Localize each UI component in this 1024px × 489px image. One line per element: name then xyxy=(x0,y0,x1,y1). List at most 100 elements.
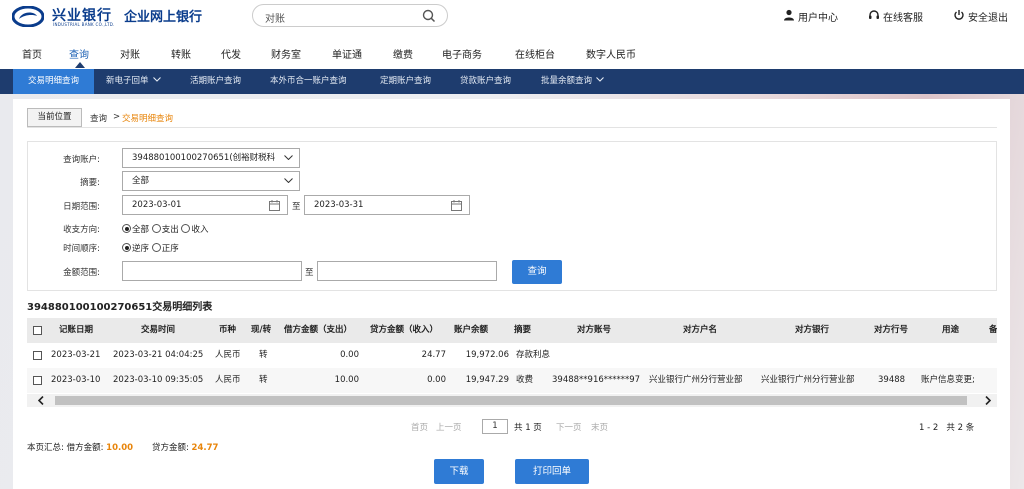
search-icon[interactable] xyxy=(422,9,436,23)
scroll-right-icon[interactable] xyxy=(985,396,991,405)
download-button[interactable]: 下载 xyxy=(434,459,484,484)
subnav-loan-account-label: 贷款账户查询 xyxy=(460,76,512,86)
cell-trans-time: 2023-03-21 04:04:25 xyxy=(113,350,204,360)
nav-transfer[interactable]: 转账 xyxy=(171,46,191,61)
last-page-link[interactable]: 末页 xyxy=(591,421,608,433)
col-purpose[interactable]: 用途 xyxy=(942,318,959,343)
print-receipt-button[interactable]: 打印回单 xyxy=(515,459,589,484)
radio-icon xyxy=(151,243,161,252)
nav-payroll[interactable]: 代发 xyxy=(221,46,241,61)
account-select-value: 394880100100270651(创裕财税科 xyxy=(132,153,276,163)
subnav-current-account[interactable]: 活期账户查询 xyxy=(190,69,252,94)
next-page-link[interactable]: 下一页 xyxy=(556,421,582,433)
cell-book-date: 2023-03-21 xyxy=(51,350,101,360)
breadcrumb-parent[interactable]: 查询 xyxy=(90,112,107,124)
scrollbar-thumb[interactable] xyxy=(55,396,967,405)
date-from-input[interactable]: 2023-03-01 xyxy=(122,195,288,215)
user-center-link[interactable]: 用户中心 xyxy=(783,9,845,24)
col-cash-transfer[interactable]: 现/转 xyxy=(251,318,271,343)
amount-to-input[interactable] xyxy=(317,261,497,281)
cell-balance: 19,972.06 xyxy=(465,350,509,360)
table-row[interactable]: 2023-03-10 2023-03-10 09:35:05 人民币 转 10.… xyxy=(27,368,997,393)
chevron-down-icon xyxy=(284,178,293,183)
direction-out-label: 支出 xyxy=(161,225,179,235)
first-page-link[interactable]: 首页 xyxy=(411,421,428,433)
nav-home[interactable]: 首页 xyxy=(22,46,42,61)
cell-book-date: 2023-03-10 xyxy=(51,375,101,385)
nav-reconcile[interactable]: 对账 xyxy=(120,46,140,61)
nav-online-counter[interactable]: 在线柜台 xyxy=(515,46,555,61)
direction-radio-out[interactable]: 支出 xyxy=(151,224,179,235)
online-service-link[interactable]: 在线客服 xyxy=(868,9,930,24)
col-counter-bank[interactable]: 对方银行 xyxy=(795,318,829,343)
direction-radio-all[interactable]: 全部 xyxy=(122,224,149,235)
nav-query[interactable]: 查询 xyxy=(69,46,89,61)
col-currency[interactable]: 币种 xyxy=(219,318,236,343)
date-to-input[interactable]: 2023-03-31 xyxy=(304,195,470,215)
subnav-batch-balance[interactable]: 批量余额查询 xyxy=(541,69,617,94)
subnav-unified-account[interactable]: 本外币合一账户查询 xyxy=(270,69,362,94)
row-checkbox[interactable] xyxy=(33,376,42,385)
row-checkbox[interactable] xyxy=(33,351,42,360)
query-button[interactable]: 查询 xyxy=(512,260,562,284)
col-book-date[interactable]: 记账日期 xyxy=(59,318,93,343)
scroll-left-icon[interactable] xyxy=(38,396,44,405)
logout-label: 安全退出 xyxy=(968,13,1008,24)
cell-summary: 收费 xyxy=(516,375,534,385)
prev-page-link[interactable]: 上一页 xyxy=(436,421,462,433)
order-radio-asc[interactable]: 正序 xyxy=(151,243,179,254)
nav-ecommerce[interactable]: 电子商务 xyxy=(442,46,482,61)
nav-digital-rmb[interactable]: 数字人民币 xyxy=(586,46,636,61)
summary-label: 摘要: xyxy=(80,178,100,188)
breadcrumb-page: 交易明细查询 xyxy=(122,114,174,124)
page-number-input[interactable]: 1 xyxy=(482,419,508,434)
logo-en-text: INDUSTRIAL BANK CO.,LTD. xyxy=(53,22,115,27)
power-icon xyxy=(954,10,964,20)
nav-payment[interactable]: 缴费 xyxy=(393,46,413,61)
bank-logo[interactable]: 兴业银行 INDUSTRIAL BANK CO.,LTD. 企业网上银行 xyxy=(12,5,212,29)
summary-select[interactable]: 全部 xyxy=(122,171,300,191)
nav-finance[interactable]: 财务室 xyxy=(271,46,301,61)
logout-link[interactable]: 安全退出 xyxy=(953,9,1015,24)
search-box[interactable]: 对账 xyxy=(252,4,448,27)
record-range: 1 - 2 共 2 条 xyxy=(919,421,974,433)
subnav-fixed-account[interactable]: 定期账户查询 xyxy=(380,69,442,94)
col-balance[interactable]: 账户余额 xyxy=(454,318,488,343)
col-counter-bank-no[interactable]: 对方行号 xyxy=(874,318,908,343)
col-debit[interactable]: 借方金额（支出） xyxy=(284,318,352,343)
headset-icon xyxy=(869,10,879,19)
nav-documents[interactable]: 单证通 xyxy=(332,46,362,61)
content-panel: 当前位置 查询 > 交易明细查询 查询账户: 39488010010027065… xyxy=(13,99,1010,489)
cell-debit: 0.00 xyxy=(340,350,359,360)
total-pages-text: 共 1 页 xyxy=(514,423,542,433)
cell-debit: 10.00 xyxy=(334,375,359,385)
horizontal-scrollbar[interactable] xyxy=(27,394,997,407)
col-trans-time[interactable]: 交易时间 xyxy=(141,318,175,343)
select-all-checkbox[interactable] xyxy=(33,326,42,335)
radio-selected-icon xyxy=(122,224,131,233)
account-select[interactable]: 394880100100270651(创裕财税科 xyxy=(122,148,300,168)
search-input[interactable]: 对账 xyxy=(265,10,285,25)
direction-radio-in[interactable]: 收入 xyxy=(181,224,208,235)
subnav-transaction-detail[interactable]: 交易明细查询 xyxy=(13,69,94,94)
col-counter-account[interactable]: 对方账号 xyxy=(577,318,611,343)
cell-currency: 人民币 xyxy=(215,375,241,385)
summary-select-value: 全部 xyxy=(132,176,150,186)
amount-from-input[interactable] xyxy=(122,261,302,281)
chevron-down-icon xyxy=(152,77,161,82)
date-from-value: 2023-03-01 xyxy=(132,200,182,210)
calendar-icon[interactable] xyxy=(451,200,462,211)
col-counter-name[interactable]: 对方户名 xyxy=(683,318,717,343)
amount-to-label: 至 xyxy=(305,268,314,278)
user-center-label: 用户中心 xyxy=(798,13,838,24)
subnav-e-receipt[interactable]: 新电子回单 xyxy=(106,69,174,94)
table-row[interactable]: 2023-03-21 2023-03-21 04:04:25 人民币 转 0.0… xyxy=(27,343,997,368)
col-summary[interactable]: 摘要 xyxy=(514,318,531,343)
order-radio-desc[interactable]: 逆序 xyxy=(122,243,149,254)
col-remark[interactable]: 备 xyxy=(989,318,997,343)
subnav-loan-account[interactable]: 贷款账户查询 xyxy=(460,69,522,94)
col-credit[interactable]: 贷方金额（收入） xyxy=(370,318,438,343)
calendar-icon[interactable] xyxy=(269,200,280,211)
order-asc-label: 正序 xyxy=(161,244,179,254)
cell-counter-bank-no: 39488 xyxy=(878,375,906,385)
